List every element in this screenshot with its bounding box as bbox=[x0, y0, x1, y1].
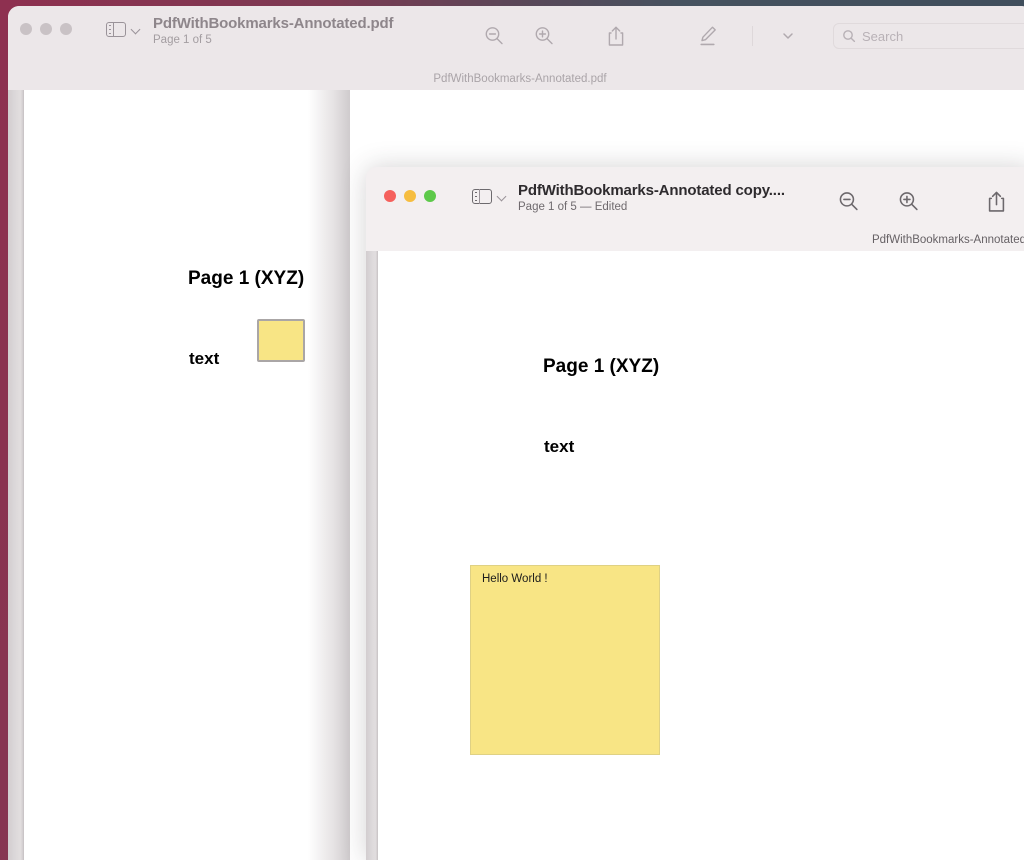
page-title: PdfWithBookmarks-Annotated copy.... bbox=[518, 182, 785, 199]
share-icon[interactable] bbox=[600, 22, 632, 50]
foreground-viewer-gutter bbox=[366, 251, 378, 860]
pdf-heading: Page 1 (XYZ) bbox=[543, 356, 660, 377]
foreground-window-titlebar[interactable]: PdfWithBookmarks-Annotated copy.... Page… bbox=[366, 167, 1024, 251]
foreground-window-title-block: PdfWithBookmarks-Annotated copy.... Page… bbox=[518, 182, 785, 213]
foreground-window-toolbar[interactable] bbox=[832, 187, 1024, 215]
minimize-button[interactable] bbox=[40, 23, 52, 35]
sidebar-icon bbox=[106, 21, 126, 38]
pdf-note-text[interactable]: Hello World ! bbox=[482, 573, 548, 585]
page-subtitle: Page 1 of 5 — Edited bbox=[518, 201, 628, 213]
pdf-page-foreground[interactable] bbox=[378, 251, 1024, 860]
close-button[interactable] bbox=[20, 23, 32, 35]
zoom-out-icon[interactable] bbox=[478, 22, 510, 50]
zoom-in-icon[interactable] bbox=[528, 22, 560, 50]
foreground-window-viewer: Page 1 (XYZ) text Hello World ! bbox=[366, 251, 1024, 860]
zoom-button[interactable] bbox=[60, 23, 72, 35]
sidebar-toggle-button[interactable] bbox=[106, 21, 140, 38]
pdf-body-text: text bbox=[544, 437, 575, 456]
pdf-page-background[interactable] bbox=[24, 90, 346, 860]
search-icon bbox=[842, 29, 856, 43]
foreground-window-tabstrip[interactable]: PdfWithBookmarks-Annotated bbox=[366, 229, 1024, 251]
tab-document[interactable]: PdfWithBookmarks-Annotated bbox=[872, 234, 1024, 246]
sidebar-icon bbox=[472, 188, 492, 205]
background-window-tabstrip[interactable]: PdfWithBookmarks-Annotated.pdf bbox=[8, 68, 1024, 90]
toolbar-divider bbox=[752, 26, 753, 46]
share-icon[interactable] bbox=[980, 187, 1012, 215]
page-subtitle: Page 1 of 5 bbox=[153, 34, 212, 46]
markup-pen-icon[interactable] bbox=[692, 22, 724, 50]
background-viewer-gutter bbox=[8, 90, 24, 860]
search-input[interactable]: Search bbox=[862, 29, 903, 44]
screen: PdfWithBookmarks-Annotated.pdf Page 1 of… bbox=[0, 0, 1024, 860]
background-window-traffic-lights[interactable] bbox=[20, 23, 72, 35]
foreground-window-traffic-lights[interactable] bbox=[384, 190, 436, 202]
pdf-page-edge-shadow bbox=[308, 90, 350, 860]
pdf-heading: Page 1 (XYZ) bbox=[188, 268, 305, 289]
search-field[interactable]: Search bbox=[833, 23, 1024, 49]
sidebar-toggle-button[interactable] bbox=[472, 188, 506, 205]
background-window-titlebar[interactable]: PdfWithBookmarks-Annotated.pdf Page 1 of… bbox=[8, 6, 1024, 90]
chevron-down-icon[interactable] bbox=[775, 22, 801, 50]
pdf-body-text: text bbox=[189, 349, 220, 368]
zoom-button[interactable] bbox=[424, 190, 436, 202]
page-title: PdfWithBookmarks-Annotated.pdf bbox=[153, 15, 394, 32]
tab-document[interactable]: PdfWithBookmarks-Annotated.pdf bbox=[433, 73, 606, 85]
zoom-out-icon[interactable] bbox=[832, 187, 864, 215]
pdf-note-annotation-collapsed[interactable] bbox=[257, 319, 305, 362]
chevron-down-icon[interactable] bbox=[497, 192, 506, 201]
pdf-note-annotation-expanded[interactable]: Hello World ! bbox=[470, 565, 660, 755]
zoom-in-icon[interactable] bbox=[892, 187, 924, 215]
foreground-window[interactable]: PdfWithBookmarks-Annotated copy.... Page… bbox=[366, 167, 1024, 860]
chevron-down-icon[interactable] bbox=[131, 25, 140, 34]
background-window-title-block: PdfWithBookmarks-Annotated.pdf Page 1 of… bbox=[153, 15, 394, 46]
close-button[interactable] bbox=[384, 190, 396, 202]
minimize-button[interactable] bbox=[404, 190, 416, 202]
